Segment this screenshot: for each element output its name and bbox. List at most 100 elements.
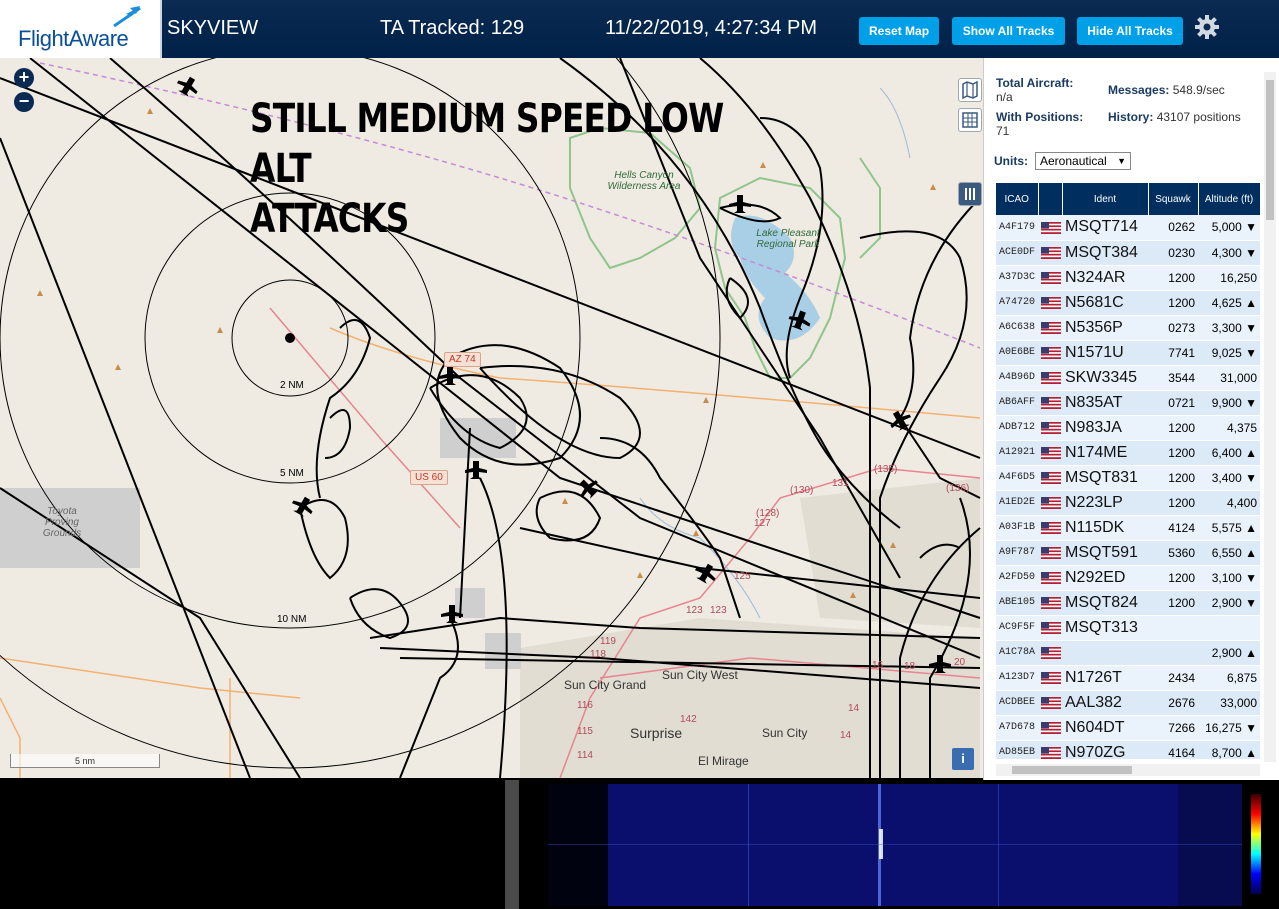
with-positions-value: 71 — [996, 124, 1010, 138]
route-number: 116 — [577, 700, 593, 711]
show-all-tracks-button[interactable]: Show All Tracks — [952, 17, 1065, 45]
us-flag-icon — [1041, 247, 1061, 260]
us-flag-icon — [1041, 222, 1061, 235]
icao-cell: A1C78A — [996, 640, 1038, 666]
table-row[interactable]: ACDBEE AAL382 2676 33,000 — [996, 690, 1260, 716]
flag-cell — [1038, 265, 1062, 291]
squawk-cell: 1200 — [1148, 415, 1198, 441]
flag-cell — [1038, 490, 1062, 516]
flag-cell — [1038, 215, 1062, 241]
map-layers-button[interactable] — [958, 78, 982, 102]
columns-toggle-button[interactable] — [958, 182, 982, 206]
table-row[interactable]: A74720 N5681C 1200 4,625 ▲ — [996, 290, 1260, 316]
town-sun-city: Sun City — [762, 726, 808, 740]
flag-cell — [1038, 590, 1062, 616]
us-flag-icon — [1041, 547, 1061, 560]
units-select[interactable]: Aeronautical ▼ — [1035, 152, 1131, 170]
altitude-cell: 9,900 ▼ — [1198, 390, 1260, 416]
column-header-flag[interactable] — [1038, 183, 1063, 215]
annotation-overlay: STILL MEDIUM SPEED LOW ALT ATTACKS — [250, 94, 758, 244]
ta-tracked-count: TA Tracked: 129 — [380, 17, 525, 39]
zoom-in-button[interactable]: + — [14, 68, 34, 88]
table-row[interactable]: A37D3C N324AR 1200 16,250 — [996, 265, 1260, 291]
map-view[interactable]: + − STILL MEDIUM SPEED LOW ALT ATTACKS 2… — [0, 58, 983, 778]
zoom-out-button[interactable]: − — [14, 92, 34, 112]
skyview-app: FlightAware SKYVIEW TA Tracked: 129 11/2… — [0, 0, 1279, 909]
with-positions-label: With Positions: — [996, 110, 1084, 124]
flag-cell — [1038, 665, 1062, 691]
reset-map-button[interactable]: Reset Map — [859, 17, 939, 45]
flightaware-logo[interactable]: FlightAware — [0, 0, 162, 58]
table-row[interactable]: A123D7 N1726T 2434 6,875 — [996, 665, 1260, 691]
town-surprise: Surprise — [630, 725, 683, 741]
route-number: 119 — [600, 636, 616, 647]
flag-cell — [1038, 340, 1062, 366]
info-button[interactable]: i — [952, 748, 974, 770]
altitude-cell: 6,550 ▲ — [1198, 540, 1260, 566]
us-flag-icon — [1041, 372, 1061, 385]
aircraft-table-container[interactable]: ICAO Ident Squawk Altitude (ft) A4F179 MS… — [996, 183, 1260, 759]
us-flag-icon — [1041, 522, 1061, 535]
us-flag-icon — [1041, 397, 1061, 410]
hide-all-tracks-button[interactable]: Hide All Tracks — [1077, 17, 1183, 45]
table-row[interactable]: ABE105 MSQT824 1200 2,900 ▼ — [996, 590, 1260, 616]
squawk-cell: 0262 — [1148, 215, 1198, 241]
route-number: 125 — [734, 571, 751, 582]
altitude-cell: 8,700 ▲ — [1198, 740, 1260, 759]
scrollbar-thumb[interactable] — [1012, 766, 1132, 774]
table-row[interactable]: AC9F5F MSQT313 — [996, 615, 1260, 641]
flag-cell — [1038, 615, 1062, 641]
waterfall-display — [548, 784, 1242, 906]
grid-toggle-button[interactable] — [958, 108, 982, 132]
column-header-icao[interactable]: ICAO — [996, 183, 1039, 215]
table-row[interactable]: A2FD50 N292ED 1200 3,100 ▼ — [996, 565, 1260, 591]
history-stat: History: 43107 positions — [1108, 110, 1248, 124]
column-header-squawk[interactable]: Squawk — [1148, 183, 1199, 215]
panel-divider[interactable] — [505, 780, 519, 909]
altitude-cell: 2,900 ▼ — [1198, 590, 1260, 616]
altitude-cell: 4,300 ▼ — [1198, 240, 1260, 266]
route-number: 118 — [590, 649, 606, 660]
icao-cell: A74720 — [996, 290, 1038, 316]
table-row[interactable]: ACE0DF MSQT384 0230 4,300 ▼ — [996, 240, 1260, 266]
table-row[interactable]: A6C638 N5356P 0273 3,300 ▼ — [996, 315, 1260, 341]
flag-cell — [1038, 415, 1062, 441]
table-row[interactable]: A12921 N174ME 1200 6,400 ▲ — [996, 440, 1260, 466]
us-flag-icon — [1041, 447, 1061, 460]
ident-cell: N223LP — [1062, 490, 1148, 516]
table-row[interactable]: AB6AFF N835AT 0721 9,900 ▼ — [996, 390, 1260, 416]
table-row[interactable]: A1C78A 2,900 ▲ — [996, 640, 1260, 666]
squawk-cell — [1148, 640, 1198, 666]
route-number: 123 — [686, 605, 703, 616]
altitude-cell: 4,400 — [1198, 490, 1260, 516]
squawk-cell: 1200 — [1148, 465, 1198, 491]
table-row[interactable]: A9F787 MSQT591 5360 6,550 ▲ — [996, 540, 1260, 566]
icao-cell: ACDBEE — [996, 690, 1038, 716]
squawk-cell: 2676 — [1148, 690, 1198, 716]
gear-icon[interactable] — [1194, 14, 1220, 40]
table-row[interactable]: AD85EB N970ZG 4164 8,700 ▲ — [996, 740, 1260, 759]
table-row[interactable]: A0E6BE N1571U 7741 9,025 ▼ — [996, 340, 1260, 366]
table-row[interactable]: A1ED2E N223LP 1200 4,400 — [996, 490, 1260, 516]
squawk-cell: 1200 — [1148, 290, 1198, 316]
table-row[interactable]: A4F6D5 MSQT831 1200 3,400 ▼ — [996, 465, 1260, 491]
column-header-altitude[interactable]: Altitude (ft) — [1198, 183, 1260, 215]
ident-cell: N1571U — [1062, 340, 1148, 366]
vertical-scrollbar[interactable] — [1264, 72, 1276, 762]
column-header-ident[interactable]: Ident — [1062, 183, 1149, 215]
scrollbar-thumb[interactable] — [1266, 80, 1274, 220]
table-row[interactable]: A03F1B N115DK 4124 5,575 ▲ — [996, 515, 1260, 541]
squawk-cell: 0273 — [1148, 315, 1198, 341]
ident-cell: N5681C — [1062, 290, 1148, 316]
altitude-cell: 16,250 — [1198, 265, 1260, 291]
airplane-logo-icon — [113, 6, 141, 28]
us-flag-icon — [1041, 722, 1061, 735]
horizontal-scrollbar[interactable] — [996, 764, 1260, 776]
icao-cell: ADB712 — [996, 415, 1038, 441]
flag-cell — [1038, 465, 1062, 491]
table-row[interactable]: ADB712 N983JA 1200 4,375 — [996, 415, 1260, 441]
grey-blocks — [0, 418, 521, 669]
table-row[interactable]: A7D678 N604DT 7266 16,275 ▼ — [996, 715, 1260, 741]
table-row[interactable]: A4B96D SKW3345 3544 31,000 — [996, 365, 1260, 391]
table-row[interactable]: A4F179 MSQT714 0262 5,000 ▼ — [996, 215, 1260, 241]
